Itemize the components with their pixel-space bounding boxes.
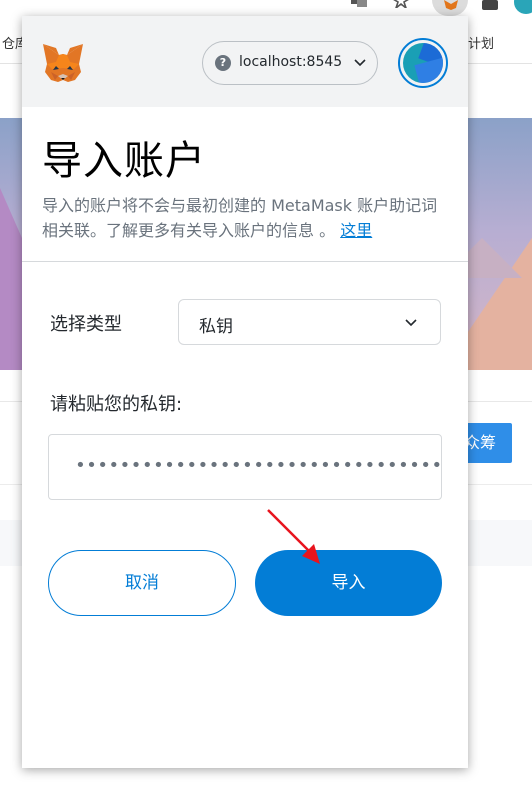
import-type-value: 私钥	[199, 317, 233, 337]
page-title: 导入账户	[42, 138, 206, 184]
bookmark-item-right[interactable]: 计划	[468, 33, 494, 52]
private-key-input[interactable]: ••••••••••••••••••••••••••••••••••••••••…	[48, 434, 442, 500]
metamask-fox-icon[interactable]	[41, 42, 85, 84]
description-text: 导入的账户将不会与最初创建的 MetaMask 账户助记词相关联。了解更多有关导…	[42, 196, 438, 240]
annotation-arrow-icon	[267, 509, 320, 564]
network-name: localhost:8545	[239, 54, 343, 70]
page: 仓库 计划 众筹 ? localhost:8545 导入账户 导入的账户将不会与…	[0, 0, 532, 808]
network-help-icon: ?	[215, 55, 231, 71]
network-selector[interactable]: ? localhost:8545	[202, 41, 378, 85]
paste-key-label: 请粘贴您的私钥:	[50, 394, 183, 415]
extensions-puzzle-icon[interactable]	[482, 0, 498, 10]
chevron-down-icon	[354, 59, 366, 67]
browser-toolbar	[0, 0, 532, 16]
select-type-label: 选择类型	[50, 314, 122, 335]
star-bookmark-icon[interactable]	[392, 0, 410, 8]
import-description: 导入的账户将不会与最初创建的 MetaMask 账户助记词相关联。了解更多有关导…	[42, 193, 452, 243]
popup-header: ? localhost:8545	[22, 16, 468, 107]
browser-profile-avatar[interactable]	[514, 0, 532, 14]
chevron-down-icon	[405, 319, 417, 327]
import-type-dropdown[interactable]: 私钥	[178, 299, 441, 345]
translate-icon[interactable]	[350, 0, 368, 8]
metamask-extension-fox-icon	[444, 0, 458, 10]
cancel-button[interactable]: 取消	[48, 550, 236, 616]
private-key-value: ••••••••••••••••••••••••••••••••••••••••…	[75, 455, 442, 476]
metamask-popup: ? localhost:8545 导入账户 导入的账户将不会与最初创建的 Met…	[22, 16, 468, 768]
account-avatar-icon[interactable]	[398, 38, 448, 88]
divider	[22, 261, 468, 262]
learn-more-link[interactable]: 这里	[340, 221, 372, 240]
